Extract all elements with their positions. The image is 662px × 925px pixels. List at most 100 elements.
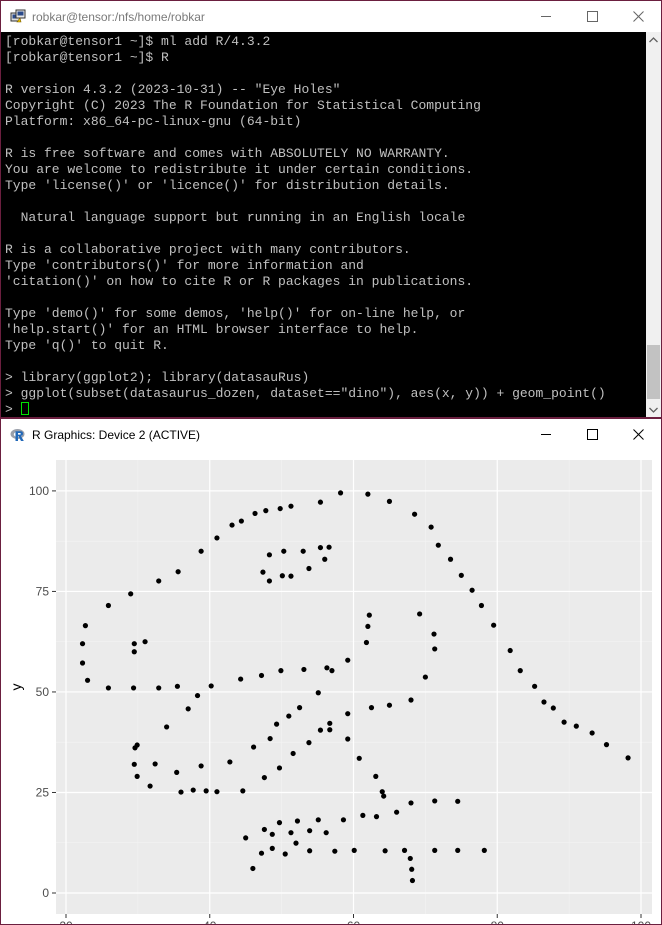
data-point	[322, 556, 328, 562]
terminal-line: > ggplot(subset(datasaurus_dozen, datase…	[5, 386, 606, 401]
data-point	[317, 727, 324, 733]
scroll-thumb[interactable]	[647, 345, 660, 399]
data-point	[263, 508, 269, 514]
terminal-maximize-button[interactable]	[569, 1, 615, 32]
terminal-minimize-button[interactable]	[523, 1, 569, 32]
terminal-prompt-line[interactable]: >	[5, 402, 646, 417]
data-point	[317, 544, 324, 551]
data-point	[517, 668, 523, 674]
graphics-close-button[interactable]	[615, 419, 661, 450]
terminal-line: 'citation()' on how to cite R or R packa…	[5, 274, 474, 289]
data-point	[269, 831, 275, 837]
scatter-plot: 204060801000255075100xy	[8, 460, 652, 924]
data-point	[478, 602, 485, 609]
data-point	[507, 647, 513, 654]
data-point	[409, 877, 416, 884]
x-tick-label: 60	[347, 919, 361, 924]
terminal-output: [robkar@tensor1 ~]$ ml add R/4.3.2 [robka…	[1, 32, 646, 417]
data-point	[481, 847, 487, 853]
x-tick-label: 40	[203, 919, 217, 924]
data-point	[198, 548, 204, 554]
data-point	[329, 668, 335, 674]
scroll-up-button[interactable]	[646, 32, 661, 47]
data-point	[142, 639, 148, 645]
terminal-cursor	[20, 402, 29, 415]
data-point	[258, 850, 265, 856]
graphics-maximize-button[interactable]	[569, 419, 615, 450]
data-point	[252, 510, 258, 517]
data-point	[431, 631, 437, 637]
data-point	[238, 676, 244, 682]
terminal-console[interactable]: [robkar@tensor1 ~]$ ml add R/4.3.2 [robka…	[1, 32, 646, 417]
data-point	[351, 847, 357, 853]
data-point	[250, 865, 256, 872]
terminal-window-title: robkar@tensor:/nfs/home/robkar	[32, 9, 205, 24]
terminal-window[interactable]: robkar@tensor:/nfs/home/robkar [robkar@t…	[1, 1, 661, 417]
graphics-window[interactable]: R Graphics: Device 2 (ACTIVE) 20 40 60 80 10…	[1, 419, 661, 924]
data-point	[447, 556, 454, 562]
data-point	[203, 788, 209, 794]
graphics-minimize-button[interactable]	[523, 419, 569, 450]
data-point	[327, 720, 333, 726]
data-point	[281, 548, 287, 554]
data-point	[279, 573, 285, 579]
data-point	[261, 826, 267, 833]
terminal-line: Type 'contributors()' for more informati…	[5, 258, 364, 273]
data-point	[340, 817, 347, 823]
data-point	[432, 646, 438, 652]
y-tick-label: 50	[36, 685, 50, 699]
data-point	[290, 750, 296, 757]
data-point	[469, 587, 475, 593]
data-point	[185, 706, 191, 712]
close-icon	[632, 11, 644, 22]
terminal-line: Type 'license()' or 'licence()' for dist…	[5, 178, 450, 193]
data-point	[273, 721, 280, 727]
terminal-scrollbar[interactable]	[646, 32, 661, 417]
data-point	[178, 789, 184, 795]
data-point	[345, 711, 351, 717]
y-tick-label: 0	[42, 886, 49, 900]
terminal-close-button[interactable]	[615, 1, 661, 32]
data-point	[323, 830, 329, 836]
data-point	[435, 542, 441, 548]
terminal-line: Natural language support but running in …	[5, 210, 466, 225]
data-point	[356, 755, 362, 761]
terminal-line: R version 4.3.2 (2023-10-31) -- "Eye Hol…	[5, 82, 341, 97]
data-point	[198, 763, 204, 769]
terminal-line: Type 'demo()' for some demos, 'help()' f…	[5, 306, 466, 321]
chevron-down-icon	[649, 407, 658, 413]
data-point	[266, 552, 273, 558]
data-point	[174, 769, 180, 775]
data-point	[243, 835, 249, 841]
scroll-down-button[interactable]	[646, 402, 661, 417]
data-point	[386, 498, 393, 504]
data-point	[394, 809, 400, 815]
x-tick-label: 80	[491, 919, 505, 924]
terminal-title-bar[interactable]: robkar@tensor:/nfs/home/robkar	[1, 1, 661, 32]
data-point	[190, 787, 196, 793]
data-point	[134, 742, 140, 748]
graphics-title-bar[interactable]: R Graphics: Device 2 (ACTIVE)	[1, 419, 661, 450]
data-point	[363, 639, 370, 646]
data-point	[301, 666, 307, 673]
data-point	[532, 683, 538, 689]
data-point	[365, 491, 371, 497]
close-icon	[632, 429, 644, 440]
maximize-icon	[586, 11, 598, 22]
data-point	[428, 524, 434, 530]
data-point	[625, 755, 631, 761]
data-point	[407, 855, 413, 862]
terminal-line: 'help.start()' for an HTML browser inter…	[5, 322, 419, 337]
data-point	[296, 705, 303, 711]
data-point	[82, 623, 89, 629]
terminal-line: Copyright (C) 2023 The R Foundation for …	[5, 98, 481, 113]
terminal-line: [robkar@tensor1 ~]$ ml add R/4.3.2	[5, 34, 271, 49]
data-point	[561, 719, 567, 725]
data-point	[288, 503, 294, 509]
data-point	[286, 713, 292, 719]
plot-canvas[interactable]: 204060801000255075100xy	[1, 450, 661, 924]
data-point	[332, 848, 338, 854]
